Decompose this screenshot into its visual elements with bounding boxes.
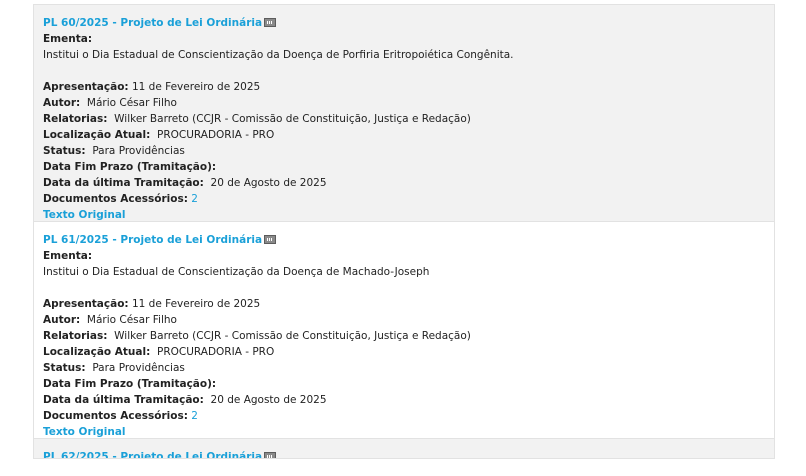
proposicao-header: PL 62/2025 - Projeto de Lei Ordinária [43,449,774,458]
book-icon[interactable] [264,235,277,244]
ementa-text: Institui o Dia Estadual de Conscientizaç… [43,49,514,61]
proposicao-title-link[interactable]: PL 60/2025 - Projeto de Lei Ordinária [43,17,262,29]
relatorias-value: Wilker Barreto (CCJR - Comissão de Const… [114,113,471,125]
ementa-label: Ementa: [43,250,93,262]
relatorias-label: Relatorias: [43,113,108,125]
proposicao-card: PL 60/2025 - Projeto de Lei Ordinária Em… [34,5,774,222]
proposicao-header: PL 61/2025 - Projeto de Lei Ordinária [43,232,774,248]
status-value: Para Providências [92,362,185,374]
ementa-label: Ementa: [43,33,93,45]
documentos-count-link[interactable]: 2 [191,193,198,205]
autor-value: Mário César Filho [86,314,177,326]
prazo-label: Data Fim Prazo (Tramitação): [43,378,217,390]
localizacao-value: PROCURADORIA - PRO [156,346,275,358]
apresentacao-value: 11 de Fevereiro de 2025 [131,81,261,93]
proposicao-card: PL 61/2025 - Projeto de Lei Ordinária Em… [34,222,774,439]
apresentacao-label: Apresentação: [43,298,129,310]
autor-value: Mário César Filho [86,97,177,109]
texto-original-link[interactable]: Texto Original [43,426,126,438]
localizacao-label: Localização Atual: [43,129,151,141]
autor-label: Autor: [43,314,81,326]
status-label: Status: [43,145,86,157]
ultima-tramitacao-value: 20 de Agosto de 2025 [210,394,327,406]
ultima-tramitacao-value: 20 de Agosto de 2025 [210,177,327,189]
proposicao-card: PL 62/2025 - Projeto de Lei Ordinária [34,439,774,459]
proposicao-title-link[interactable]: PL 62/2025 - Projeto de Lei Ordinária [43,451,262,458]
book-icon[interactable] [264,18,277,27]
autor-label: Autor: [43,97,81,109]
relatorias-label: Relatorias: [43,330,108,342]
ementa-text: Institui o Dia Estadual de Conscientizaç… [43,266,430,278]
documentos-count-link[interactable]: 2 [191,410,198,422]
proposicao-title-link[interactable]: PL 61/2025 - Projeto de Lei Ordinária [43,234,262,246]
apresentacao-value: 11 de Fevereiro de 2025 [131,298,261,310]
status-label: Status: [43,362,86,374]
apresentacao-label: Apresentação: [43,81,129,93]
status-value: Para Providências [92,145,185,157]
relatorias-value: Wilker Barreto (CCJR - Comissão de Const… [114,330,471,342]
documentos-label: Documentos Acessórios: [43,193,188,205]
documentos-label: Documentos Acessórios: [43,410,188,422]
ultima-tramitacao-label: Data da última Tramitação: [43,394,204,406]
texto-original-link[interactable]: Texto Original [43,209,126,221]
proposicoes-list: PL 60/2025 - Projeto de Lei Ordinária Em… [33,4,775,459]
book-icon[interactable] [264,452,277,458]
prazo-label: Data Fim Prazo (Tramitação): [43,161,217,173]
ultima-tramitacao-label: Data da última Tramitação: [43,177,204,189]
proposicao-header: PL 60/2025 - Projeto de Lei Ordinária [43,15,774,31]
localizacao-value: PROCURADORIA - PRO [156,129,275,141]
localizacao-label: Localização Atual: [43,346,151,358]
